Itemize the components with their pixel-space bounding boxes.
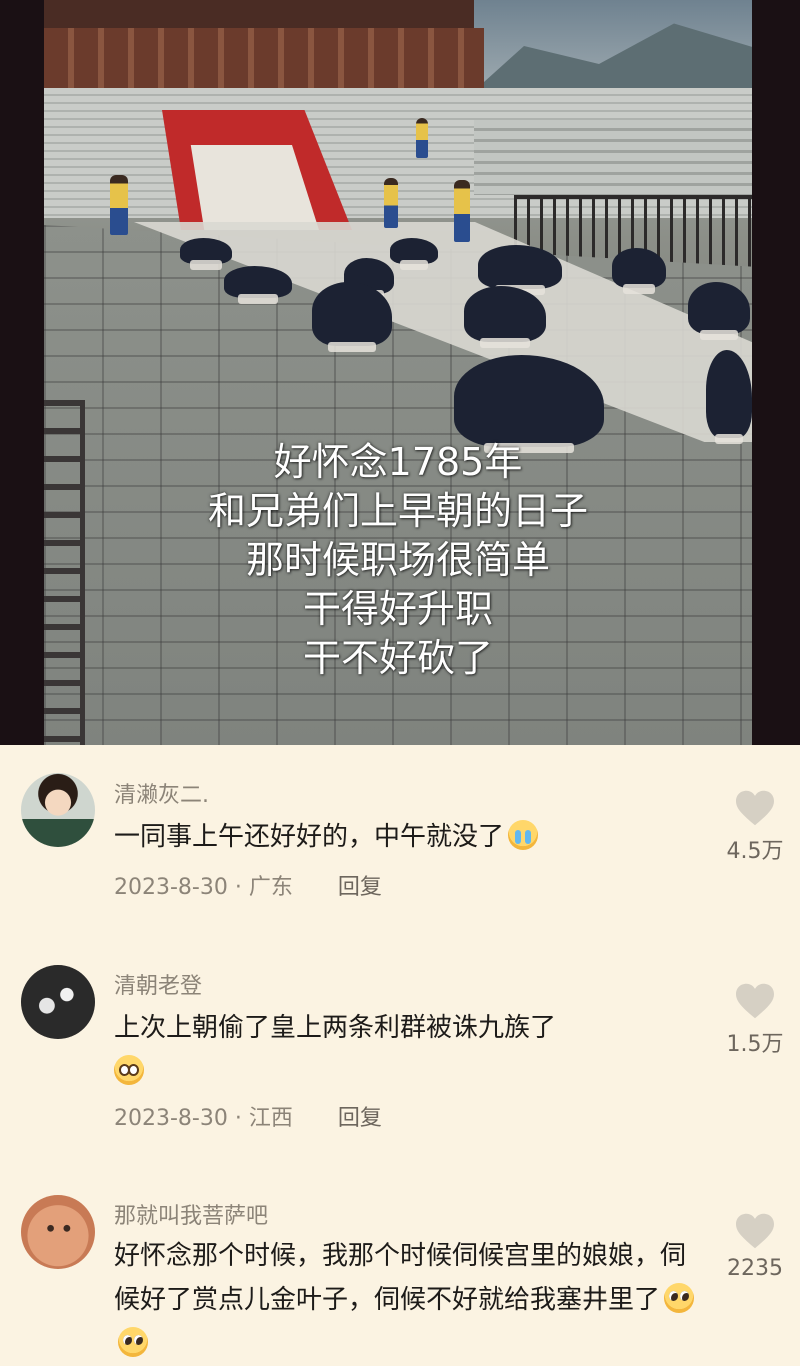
comment-username[interactable]: 那就叫我菩萨吧	[114, 1198, 268, 1230]
heart-icon	[736, 1213, 774, 1249]
comment-meta: 2023-8-30 · 广东 回复	[114, 869, 382, 901]
kneeling-figure	[612, 248, 666, 294]
comment-username[interactable]: 清朝老登	[114, 968, 202, 1000]
crying-face-icon	[508, 820, 539, 850]
like-count: 1.5万	[726, 1032, 784, 1057]
comment-text: 一同事上午还好好的，中午就没了	[114, 815, 704, 859]
avatar[interactable]	[21, 773, 95, 847]
kneeling-figure	[224, 266, 292, 304]
comment-text: 上次上朝偷了皇上两条利群被诛九族了	[114, 1006, 704, 1094]
avatar[interactable]	[21, 1195, 95, 1269]
palace-roof	[44, 0, 474, 28]
caption-line: 那时候职场很简单	[245, 538, 550, 582]
video-caption: 好怀念1785年 和兄弟们上早朝的日子 那时候职场很简单 干得好升职 干不好砍了	[44, 438, 752, 683]
like-button[interactable]: 1.5万	[715, 982, 795, 1058]
comment-date-location: 2023-8-30 · 广东	[114, 875, 293, 900]
caption-line: 干不好砍了	[302, 636, 493, 680]
caption-line: 好怀念1785年	[273, 440, 523, 484]
kneeling-figure	[180, 238, 232, 270]
video-player[interactable]: 好怀念1785年 和兄弟们上早朝的日子 那时候职场很简单 干得好升职 干不好砍了	[0, 0, 800, 745]
avatar[interactable]	[21, 965, 95, 1039]
heart-icon	[736, 790, 774, 826]
kneeling-figure	[390, 238, 438, 270]
comment-meta: 2023-8-30 · 江西 回复	[114, 1100, 382, 1132]
guard-figure	[384, 178, 398, 228]
guard-figure	[110, 175, 128, 235]
caption-line: 和兄弟们上早朝的日子	[207, 489, 588, 533]
comment-text-body: 一同事上午还好好的，中午就没了	[114, 822, 505, 852]
comment-text-body: 上次上朝偷了皇上两条利群被诛九族了	[114, 1013, 557, 1043]
like-button[interactable]: 4.5万	[715, 789, 795, 865]
comment-username[interactable]: 清濑灰二.	[114, 777, 209, 809]
heart-icon	[736, 983, 774, 1019]
palace-hall	[44, 28, 484, 88]
comment-date-location: 2023-8-30 · 江西	[114, 1106, 293, 1131]
comment-text-body: 好怀念那个时候，我那个时候伺候宫里的娘娘，伺候好了赏点儿金叶子，伺候不好就给我塞…	[114, 1241, 687, 1315]
like-count: 4.5万	[726, 839, 784, 864]
pleading-face-icon	[664, 1283, 695, 1313]
like-button[interactable]: 2235	[715, 1212, 795, 1281]
caption-line: 干得好升职	[302, 587, 493, 631]
reply-button[interactable]: 回复	[338, 875, 382, 900]
reply-button[interactable]: 回复	[338, 1106, 382, 1131]
kneeling-figure	[478, 245, 562, 295]
like-count: 2235	[727, 1256, 783, 1281]
worried-face-icon	[114, 1055, 144, 1085]
guard-figure	[454, 180, 470, 242]
stone-terrace-right	[474, 120, 752, 195]
guard-figure	[416, 118, 428, 158]
comment-text: 好怀念那个时候，我那个时候伺候宫里的娘娘，伺候好了赏点儿金叶子，伺候不好就给我塞…	[114, 1234, 699, 1366]
